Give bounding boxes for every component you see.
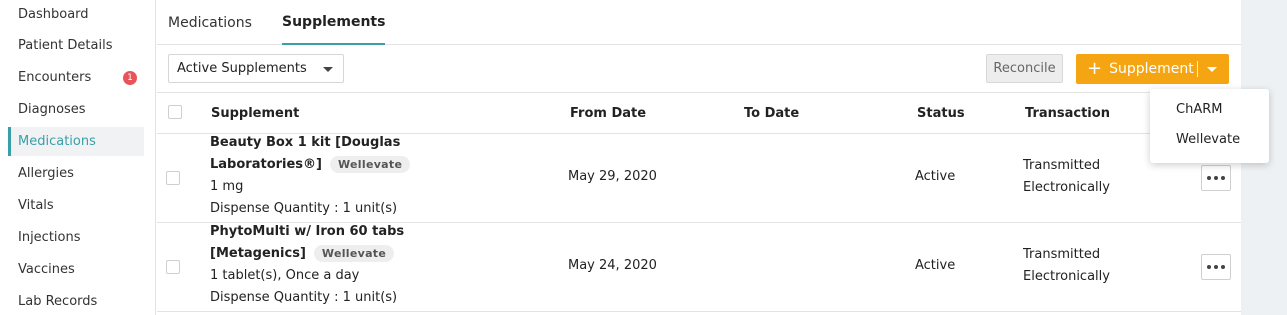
supplement-name-line2: Laboratories®] [210, 157, 322, 172]
more-icon [1207, 265, 1211, 269]
transaction-line2: Electronically [1023, 269, 1110, 284]
sidebar-item-label: Injections [18, 230, 81, 245]
more-icon-dot [1221, 265, 1225, 269]
more-icon-dot [1221, 176, 1225, 180]
more-icon-dot [1214, 176, 1218, 180]
encounters-count-badge: 1 [123, 71, 137, 85]
sidebar-item-label: Lab Records [18, 294, 98, 309]
from-date-cell: May 29, 2020 [568, 169, 657, 184]
menu-item-charm[interactable]: ChARM [1176, 102, 1222, 117]
transaction-line1: Transmitted [1023, 247, 1101, 262]
sidebar: Dashboard Patient Details Encounters 1 D… [0, 0, 156, 315]
add-supplement-label: Supplement [1109, 61, 1194, 77]
add-supplement-button[interactable]: + Supplement [1076, 54, 1229, 84]
column-header-to-date[interactable]: To Date [744, 93, 799, 133]
row-checkbox[interactable] [166, 260, 180, 274]
sidebar-item-label: Vitals [18, 198, 54, 213]
column-header-from-date[interactable]: From Date [570, 93, 646, 133]
supplement-name-line1: PhytoMulti w/ Iron 60 tabs [210, 224, 405, 239]
supplement-cell: PhytoMulti w/ Iron 60 tabs [Metagenics] W… [210, 221, 404, 309]
menu-item-wellevate[interactable]: Wellevate [1176, 132, 1240, 147]
sidebar-item-dashboard[interactable]: Dashboard [8, 0, 144, 29]
supplement-name-line2: [Metagenics] [210, 246, 306, 261]
sidebar-item-allergies[interactable]: Allergies [8, 159, 144, 188]
sidebar-item-label: Vaccines [18, 262, 75, 277]
sidebar-item-lab-records[interactable]: Lab Records [8, 287, 144, 315]
supplement-dosage: 1 mg [210, 179, 244, 194]
sidebar-item-medications[interactable]: Medications [8, 127, 144, 156]
sidebar-item-patient-details[interactable]: Patient Details [8, 31, 144, 60]
row-actions-button[interactable] [1201, 254, 1231, 280]
source-tag: Wellevate [313, 245, 395, 262]
table-row: Beauty Box 1 kit [Douglas Laboratories®]… [157, 134, 1241, 223]
supplement-name-line1: Beauty Box 1 kit [Douglas [210, 135, 401, 150]
table-header: Supplement From Date To Date Status Tran… [157, 92, 1241, 134]
sidebar-item-vitals[interactable]: Vitals [8, 191, 144, 220]
sidebar-item-label: Encounters [18, 70, 92, 85]
supplement-cell: Beauty Box 1 kit [Douglas Laboratories®]… [210, 132, 411, 220]
transaction-line2: Electronically [1023, 180, 1110, 195]
more-icon [1207, 176, 1211, 180]
table-row: PhytoMulti w/ Iron 60 tabs [Metagenics] W… [157, 223, 1241, 312]
sidebar-item-label: Diagnoses [18, 102, 86, 117]
sidebar-item-vaccines[interactable]: Vaccines [8, 255, 144, 284]
from-date-cell: May 24, 2020 [568, 258, 657, 273]
more-icon-dot [1214, 265, 1218, 269]
supplement-filter-value: Active Supplements [177, 61, 307, 76]
plus-icon: + [1087, 58, 1103, 79]
sidebar-item-injections[interactable]: Injections [8, 223, 144, 252]
chevron-down-icon [323, 67, 333, 72]
row-checkbox[interactable] [166, 171, 180, 185]
column-header-supplement[interactable]: Supplement [211, 93, 299, 133]
main-content: Medications Supplements Active Supplemen… [157, 0, 1241, 315]
button-divider [1197, 61, 1198, 77]
sidebar-item-label: Patient Details [18, 38, 113, 53]
tab-bar: Medications Supplements [157, 0, 1241, 45]
sidebar-item-encounters[interactable]: Encounters 1 [8, 63, 144, 92]
source-tag: Wellevate [330, 156, 411, 173]
sidebar-item-label: Allergies [18, 166, 74, 181]
select-all-checkbox[interactable] [168, 105, 182, 119]
sidebar-item-label: Medications [18, 134, 96, 149]
transaction-cell: Transmitted Electronically [1023, 244, 1110, 288]
supplement-dosage: 1 tablet(s), Once a day [210, 268, 360, 283]
column-header-transaction[interactable]: Transaction [1025, 93, 1110, 133]
dispense-quantity: Dispense Quantity : 1 unit(s) [210, 201, 398, 216]
transaction-line1: Transmitted [1023, 158, 1101, 173]
tab-medications[interactable]: Medications [168, 0, 252, 45]
tab-supplements[interactable]: Supplements [282, 0, 386, 45]
transaction-cell: Transmitted Electronically [1023, 155, 1110, 199]
sidebar-item-label: Dashboard [18, 7, 89, 22]
column-header-status[interactable]: Status [917, 93, 965, 133]
status-cell: Active [915, 169, 956, 184]
add-supplement-menu: ChARM Wellevate [1150, 89, 1269, 163]
sidebar-item-diagnoses[interactable]: Diagnoses [8, 95, 144, 124]
row-actions-button[interactable] [1201, 165, 1231, 191]
reconcile-button[interactable]: Reconcile [986, 54, 1063, 83]
status-cell: Active [915, 258, 956, 273]
supplement-filter-select[interactable]: Active Supplements [168, 54, 344, 83]
dispense-quantity: Dispense Quantity : 1 unit(s) [210, 290, 398, 305]
chevron-down-icon[interactable] [1207, 67, 1217, 72]
